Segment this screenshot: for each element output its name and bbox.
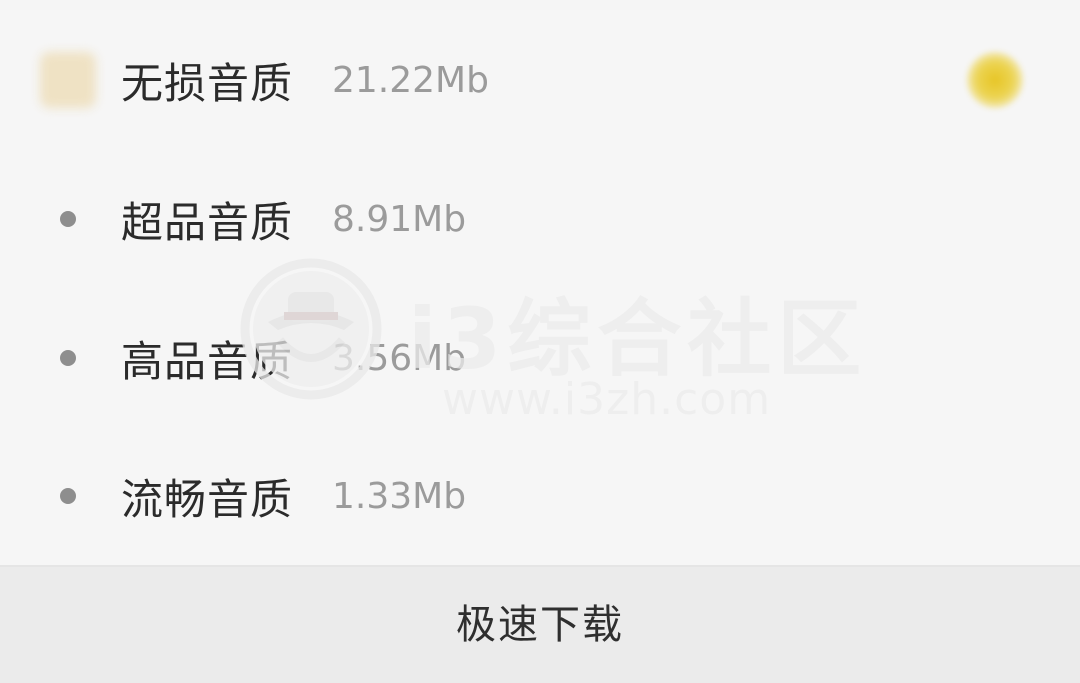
selected-radio-icon[interactable] [958, 48, 1032, 112]
fast-download-label: 极速下载 [456, 602, 624, 648]
bullet-dot-icon [38, 328, 98, 388]
quality-option-name: 无损音质 [121, 58, 294, 108]
quality-option-size: 3.56Mb [332, 337, 467, 379]
quality-option-name: 超品音质 [121, 197, 294, 247]
quality-option-lossless[interactable]: 无损音质 21.22Mb [0, 15, 1080, 145]
fast-download-button[interactable]: 极速下载 [0, 567, 1080, 683]
quality-options-list: 无损音质 21.22Mb 超品音质 8.91Mb 高品音质 3.56Mb 流畅音… [0, 10, 1080, 565]
quality-option-name: 流畅音质 [121, 474, 294, 524]
quality-option-smooth[interactable]: 流畅音质 1.33Mb [0, 431, 1080, 561]
quality-option-size: 8.91Mb [332, 198, 467, 240]
quality-option-high[interactable]: 高品音质 3.56Mb [0, 293, 1080, 423]
quality-option-size: 1.33Mb [332, 475, 467, 517]
quality-option-name: 高品音质 [121, 336, 294, 386]
quality-option-super[interactable]: 超品音质 8.91Mb [0, 154, 1080, 284]
quality-selection-sheet: 无损音质 21.22Mb 超品音质 8.91Mb 高品音质 3.56Mb 流畅音… [0, 0, 1080, 683]
bullet-dot-icon [38, 189, 98, 249]
bullet-dot-icon [38, 466, 98, 526]
quality-option-size: 21.22Mb [332, 59, 489, 101]
quality-badge-icon [38, 50, 98, 110]
